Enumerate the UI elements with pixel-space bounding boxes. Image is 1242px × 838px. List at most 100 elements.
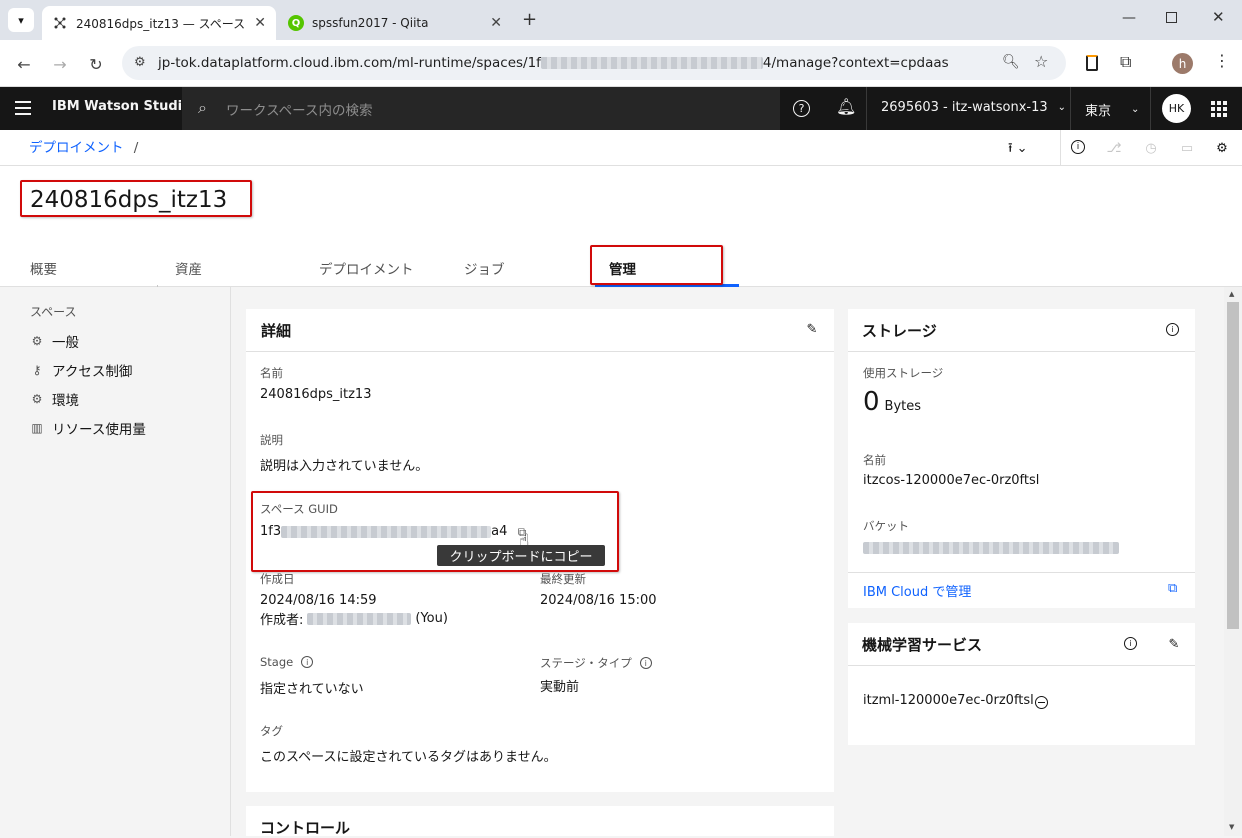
remove-service-icon[interactable] [1035,696,1048,709]
region-switcher[interactable]: 東京 ⌄ [1085,100,1139,119]
brand-name[interactable]: IBM Watson Studio [52,99,191,114]
creator-redacted [307,612,412,625]
new-tab-button[interactable]: + [522,9,537,30]
external-link-icon[interactable]: ⧉ [1168,581,1177,596]
name-value: 240816dps_itz13 [260,387,372,402]
storage-usage-value: 0 Bytes [863,387,921,417]
browser-tab-strip: ▾ 240816dps_itz13 — スペース | IBM ✕ Q spssf… [0,0,1242,40]
storage-usage-label: 使用ストレージ [863,366,944,380]
storage-title: ストレージ [862,322,937,340]
scroll-up-arrow-icon[interactable]: ▲ [1229,290,1234,298]
profile-avatar[interactable]: h [1172,53,1193,74]
account-switcher[interactable]: 2695603 - itz-watsonx-13 ⌄ [881,100,1066,115]
info-icon[interactable]: i [1166,323,1179,336]
ml-service-card: 機械学習サービス i ✎ itzml-120000e7ec-0rz0ftsl [848,623,1195,745]
tab-jobs[interactable]: ジョブ [464,258,505,278]
ml-service-instance: itzml-120000e7ec-0rz0ftsl [863,693,1034,708]
upload-menu-button[interactable]: ⭱ ⌄ [1008,139,1028,161]
sidebar-item-environments[interactable]: ⚙ 環境 [30,389,79,409]
updated-value: 2024/08/16 15:00 [540,593,657,608]
page-toolbar: デプロイメント / ⭱ ⌄ i ⎇ ◷ ▭ ⚙ [0,130,1242,166]
help-icon[interactable]: ? [793,100,810,117]
bucket-label: バケット [863,519,909,533]
tab-deployments[interactable]: デプロイメント [319,258,414,278]
ibm-cloud-manage-link[interactable]: IBM Cloud で管理 [863,581,971,600]
info-icon[interactable]: i [1124,637,1137,650]
app-header: IBM Watson Studio ⌕ ワークスペース内の検索 ? 🔔︎ 269… [0,87,1242,130]
browser-tab[interactable]: Q spssfun2017 - Qiita ✕ [278,6,512,40]
bucket-redacted [863,542,1119,554]
scrollbar-thumb[interactable] [1227,302,1239,629]
sidebar-item-resource-usage[interactable]: ▥ リソース使用量 [30,418,146,438]
reload-button[interactable]: ↻ [84,52,108,76]
clipboard-extension-icon[interactable] [1086,55,1098,71]
browser-tab-title: spssfun2017 - Qiita [312,16,429,30]
history-icon[interactable]: ◷ [1143,140,1159,156]
info-icon[interactable]: i [301,656,314,668]
maximize-window-button[interactable] [1166,12,1177,23]
tags-value: このスペースに設定されているタグはありません。 [260,750,557,765]
bookmark-star-icon[interactable]: ☆ [1034,52,1048,71]
creator-suffix: (You) [415,611,448,626]
edit-pencil-icon[interactable]: ✎ [804,321,820,337]
scroll-down-arrow-icon[interactable]: ▼ [1229,823,1234,831]
hamburger-menu-icon[interactable] [15,101,31,115]
back-button[interactable]: ← [12,52,36,76]
highlight-title [20,180,252,217]
ml-service-title: 機械学習サービス [862,636,983,654]
storage-name-value: itzcos-120000e7ec-0rz0ftsl [863,473,1040,488]
chevron-down-icon: ⌄ [1057,102,1067,113]
watson-favicon-icon [52,15,68,31]
breadcrumb-link-deployments[interactable]: デプロイメント [29,140,124,156]
browser-toolbar: ← → ↻ ⚙ jp-tok.dataplatform.cloud.ibm.co… [0,40,1242,87]
creator-prefix: 作成者: [260,613,304,628]
url-suffix: 4/manage?context=cpdaas [762,55,949,71]
browser-tab-active[interactable]: 240816dps_itz13 — スペース | IBM ✕ [42,6,276,40]
tab-list-button[interactable]: ▾ [8,8,34,32]
details-title: 詳細 [261,322,292,340]
name-label: 名前 [260,366,283,380]
sidebar-item-label: リソース使用量 [52,422,146,438]
creator-value: 作成者: (You) [260,609,448,628]
search-icon: ⌕ [198,98,207,117]
close-tab-icon[interactable]: ✕ [490,15,502,31]
lineage-icon[interactable]: ⎇ [1106,140,1122,156]
browser-menu-icon[interactable]: ⋮ [1214,51,1230,70]
user-avatar[interactable]: HK [1162,94,1191,123]
tab-overview[interactable]: 概要 [30,258,57,278]
stage-type-value: 実動前 [540,680,580,695]
storage-name-label: 名前 [863,453,886,467]
settings-icon[interactable]: ⚙ [1214,140,1230,156]
sidebar-item-label: 一般 [52,335,79,351]
app-switcher-icon[interactable] [1211,101,1227,117]
region-name: 東京 [1085,104,1112,119]
zoom-icon[interactable]: 🔍︎ [1002,54,1020,70]
sidebar-item-general[interactable]: ⚙ 一般 [30,331,79,351]
highlight-manage-tab [590,245,723,285]
comment-icon[interactable]: ▭ [1179,140,1195,156]
info-icon[interactable]: i [1071,140,1085,154]
close-window-button[interactable]: ✕ [1212,8,1225,26]
url-prefix: jp-tok.dataplatform.cloud.ibm.com/ml-run… [158,55,541,71]
description-label: 説明 [260,433,283,447]
workspace-search-input[interactable]: ⌕ ワークスペース内の検索 [182,87,780,130]
close-tab-icon[interactable]: ✕ [254,15,266,31]
minimize-window-button[interactable]: — [1122,10,1136,26]
address-bar[interactable]: ⚙ jp-tok.dataplatform.cloud.ibm.com/ml-r… [122,46,1066,80]
key-icon: ⚷ [32,363,42,377]
control-card: コントロール [246,806,834,837]
info-icon[interactable]: i [639,657,652,669]
edit-pencil-icon[interactable]: ✎ [1166,636,1182,652]
site-settings-icon[interactable]: ⚙ [134,55,146,70]
bar-chart-icon: ▥ [31,421,43,435]
forward-button[interactable]: → [48,52,72,76]
storage-usage-unit: Bytes [884,399,922,414]
sidebar-item-access-control[interactable]: ⚷ アクセス制御 [30,360,133,380]
extensions-icon[interactable]: ⧉ [1120,52,1131,72]
notification-bell-icon[interactable]: 🔔︎ [836,97,856,116]
sidebar-section-title: スペース [30,305,77,319]
control-title: コントロール [260,819,351,837]
storage-card: ストレージ i 使用ストレージ 0 Bytes 名前 itzcos-120000… [848,309,1195,608]
tab-assets[interactable]: 資産 [175,258,202,278]
qiita-favicon-icon: Q [288,15,304,31]
